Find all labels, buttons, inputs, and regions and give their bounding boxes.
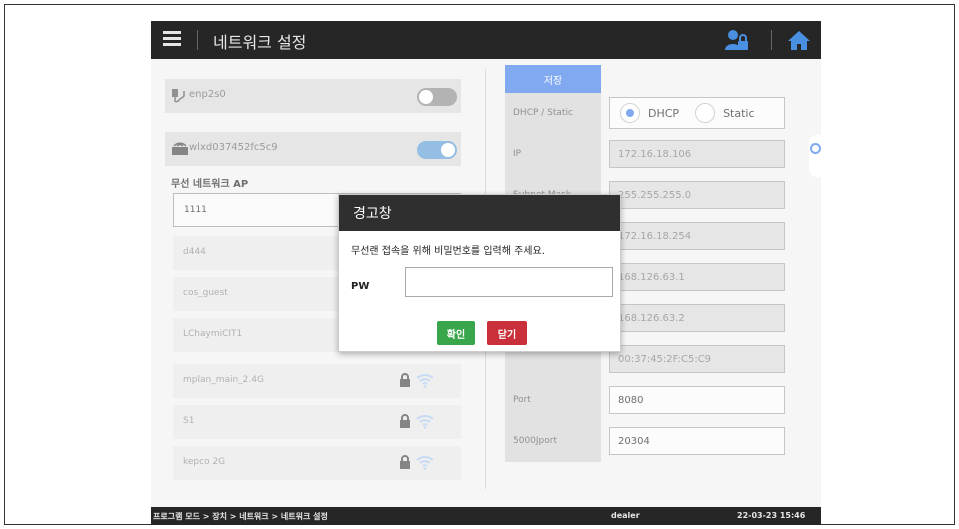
dialog-title: 경고창 (339, 195, 620, 231)
confirm-button[interactable]: 확인 (437, 321, 475, 345)
page-title: 네트워크 설정 (213, 33, 307, 52)
dialog-message: 무선랜 접속을 위해 비밀번호를 입력해 주세요. (351, 246, 545, 257)
app-window: 네트워크 설정 enp2s0 wlxd037452fc5c9 무선 네트워크 A… (151, 21, 821, 525)
user-name: dealer (611, 511, 640, 520)
status-bar: 프로그램 모드 > 장치 > 네트워크 > 네트워크 설정 dealer 22-… (151, 507, 821, 525)
datetime: 22-03-23 15:46 (737, 511, 806, 520)
user-lock-icon[interactable] (725, 29, 749, 51)
header-divider (197, 30, 198, 50)
close-button[interactable]: 닫기 (487, 321, 527, 345)
breadcrumb: 프로그램 모드 > 장치 > 네트워크 > 네트워크 설정 (153, 512, 328, 521)
header-divider-right (771, 30, 772, 50)
password-dialog: 경고창 무선랜 접속을 위해 비밀번호를 입력해 주세요. PW 확인 닫기 (338, 194, 621, 352)
password-label: PW (351, 281, 370, 292)
screenshot-frame: 네트워크 설정 enp2s0 wlxd037452fc5c9 무선 네트워크 A… (4, 4, 955, 525)
menu-icon[interactable] (163, 31, 181, 47)
header-bar: 네트워크 설정 (151, 21, 821, 59)
home-icon[interactable] (787, 29, 811, 51)
password-input[interactable] (405, 267, 613, 297)
